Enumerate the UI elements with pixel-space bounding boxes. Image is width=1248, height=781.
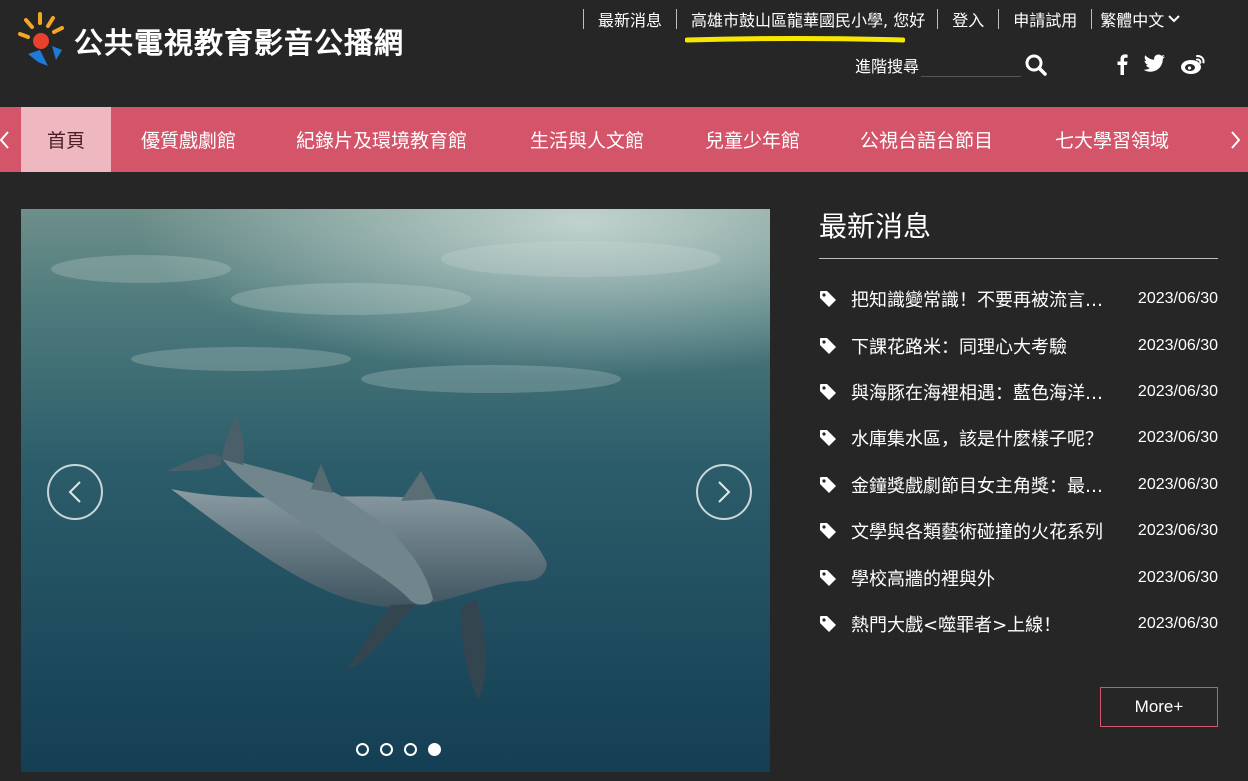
news-item-title[interactable]: 下課花路米：同理心大考驗: [851, 333, 1128, 359]
news-more-button[interactable]: More+: [1100, 687, 1218, 727]
news-item-title[interactable]: 金鐘獎戲劇節目女主角獎：最佳演出: [851, 472, 1128, 498]
news-item[interactable]: 與海豚在海裡相遇：藍色海洋的守護者 2023/06/30: [819, 369, 1218, 415]
top-navigation: 最新消息 高雄市鼓山區龍華國民小學, 您好 登入 申請試用 繁體中文: [583, 7, 1180, 43]
news-item-date: 2023/06/30: [1137, 336, 1218, 354]
apply-trial-link[interactable]: 申請試用: [999, 7, 1091, 31]
category-next-button[interactable]: [1226, 107, 1246, 172]
tag-icon: [819, 522, 851, 540]
tag-icon: [819, 615, 851, 633]
tab-taigi[interactable]: 公視台語台節目: [860, 107, 993, 172]
site-title[interactable]: 公共電視教育影音公播網: [74, 20, 404, 62]
tag-icon: [819, 337, 851, 355]
news-panel: 最新消息 把知識變常識！不要再被流言騙了 2023/06/30 下課花路米：同理…: [819, 205, 1218, 647]
search-icon: [1025, 54, 1047, 76]
tab-documentary[interactable]: 紀錄片及環境教育館: [296, 107, 467, 172]
hero-carousel[interactable]: [21, 209, 770, 772]
dolphin-slide-image: [21, 209, 770, 772]
news-item[interactable]: 熱門大戲<噬罪者>上線！ 2023/06/30: [819, 601, 1218, 647]
facebook-icon[interactable]: [1116, 51, 1128, 77]
news-item-title[interactable]: 把知識變常識！不要再被流言騙了: [851, 286, 1128, 312]
category-prev-button[interactable]: [0, 107, 14, 172]
chevron-right-icon: [718, 481, 731, 503]
twitter-icon[interactable]: [1142, 51, 1166, 77]
site-header: 公共電視教育影音公播網 最新消息 高雄市鼓山區龍華國民小學, 您好 登入 申請試…: [0, 0, 1248, 107]
news-item-title[interactable]: 文學與各類藝術碰撞的火花系列: [851, 518, 1128, 544]
news-item-date: 2023/06/30: [1137, 290, 1218, 308]
tag-icon: [819, 476, 851, 494]
login-link[interactable]: 登入: [938, 7, 998, 31]
chevron-left-icon: [0, 130, 9, 149]
search-button[interactable]: [1023, 52, 1049, 78]
social-links: [1116, 51, 1206, 77]
chevron-left-icon: [68, 481, 81, 503]
tab-kids[interactable]: 兒童少年館: [705, 107, 800, 172]
user-greeting[interactable]: 高雄市鼓山區龍華國民小學, 您好: [677, 7, 937, 43]
carousel-dot[interactable]: [380, 743, 393, 756]
carousel-indicators: [356, 743, 441, 756]
chevron-down-icon: [1168, 15, 1180, 23]
carousel-next-button[interactable]: [696, 464, 752, 520]
carousel-dot[interactable]: [356, 743, 369, 756]
category-bar: 首頁 優質戲劇館 紀錄片及環境教育館 生活與人文館 兒童少年館 公視台語台節目 …: [0, 107, 1248, 172]
news-list: 把知識變常識！不要再被流言騙了 2023/06/30 下課花路米：同理心大考驗 …: [819, 276, 1218, 647]
news-item[interactable]: 水庫集水區，該是什麼樣子呢？ 2023/06/30: [819, 415, 1218, 461]
advanced-search-label[interactable]: 進階搜尋: [855, 53, 919, 77]
language-label: 繁體中文: [1100, 11, 1165, 30]
carousel-prev-button[interactable]: [47, 464, 103, 520]
pts-logo-icon[interactable]: [18, 10, 70, 68]
news-item-date: 2023/06/30: [1137, 382, 1218, 400]
news-item[interactable]: 金鐘獎戲劇節目女主角獎：最佳演出 2023/06/30: [819, 462, 1218, 508]
news-item-date: 2023/06/30: [1137, 522, 1218, 540]
carousel-dot[interactable]: [404, 743, 417, 756]
news-item-date: 2023/06/30: [1137, 429, 1218, 447]
tab-life-culture[interactable]: 生活與人文館: [530, 107, 644, 172]
news-item[interactable]: 下課花路米：同理心大考驗 2023/06/30: [819, 322, 1218, 368]
news-item[interactable]: 文學與各類藝術碰撞的火花系列 2023/06/30: [819, 508, 1218, 554]
advanced-search: 進階搜尋: [855, 52, 1049, 78]
tag-icon: [819, 569, 851, 587]
tab-learning-areas[interactable]: 七大學習領域: [1055, 107, 1169, 172]
latest-news-link[interactable]: 最新消息: [584, 7, 676, 31]
news-item[interactable]: 把知識變常識！不要再被流言騙了 2023/06/30: [819, 276, 1218, 322]
language-select[interactable]: 繁體中文: [1092, 7, 1180, 31]
search-input[interactable]: [921, 53, 1022, 77]
tag-icon: [819, 383, 851, 401]
chevron-right-icon: [1231, 130, 1241, 149]
carousel-dot-active[interactable]: [428, 743, 441, 756]
tag-icon: [819, 290, 851, 308]
news-item-title[interactable]: 水庫集水區，該是什麼樣子呢？: [851, 425, 1128, 451]
weibo-icon[interactable]: [1180, 51, 1206, 77]
news-item-date: 2023/06/30: [1137, 614, 1218, 632]
tab-home[interactable]: 首頁: [21, 107, 111, 172]
news-item-title[interactable]: 熱門大戲<噬罪者>上線！: [851, 611, 1128, 637]
user-greeting-text: 高雄市鼓山區龍華國民小學, 您好: [691, 11, 926, 30]
news-item[interactable]: 學校高牆的裡與外 2023/06/30: [819, 554, 1218, 600]
news-item-date: 2023/06/30: [1137, 475, 1218, 493]
tab-drama[interactable]: 優質戲劇館: [141, 107, 236, 172]
news-heading: 最新消息: [819, 205, 1218, 259]
tag-icon: [819, 429, 851, 447]
news-item-title[interactable]: 與海豚在海裡相遇：藍色海洋的守護者: [851, 379, 1128, 405]
highlight-mark: [685, 36, 906, 43]
news-item-title[interactable]: 學校高牆的裡與外: [851, 565, 1128, 591]
news-item-date: 2023/06/30: [1137, 568, 1218, 586]
